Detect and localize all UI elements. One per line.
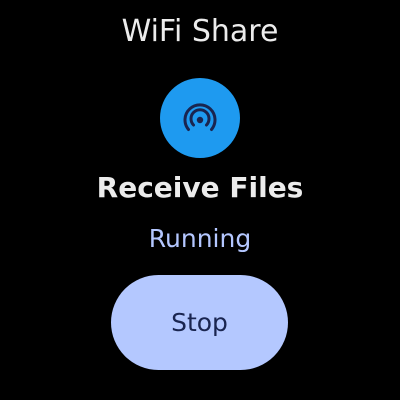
feature-title: Receive Files xyxy=(96,171,304,204)
wireless-signal-icon xyxy=(160,78,240,158)
stop-button[interactable]: Stop xyxy=(111,275,288,370)
app-title: WiFi Share xyxy=(121,14,279,49)
wireless-signal-glyph xyxy=(183,103,217,131)
watch-screen: WiFi Share Receive Files Running Stop xyxy=(0,0,400,400)
status-text: Running xyxy=(148,224,252,253)
stop-button-label: Stop xyxy=(171,308,228,337)
